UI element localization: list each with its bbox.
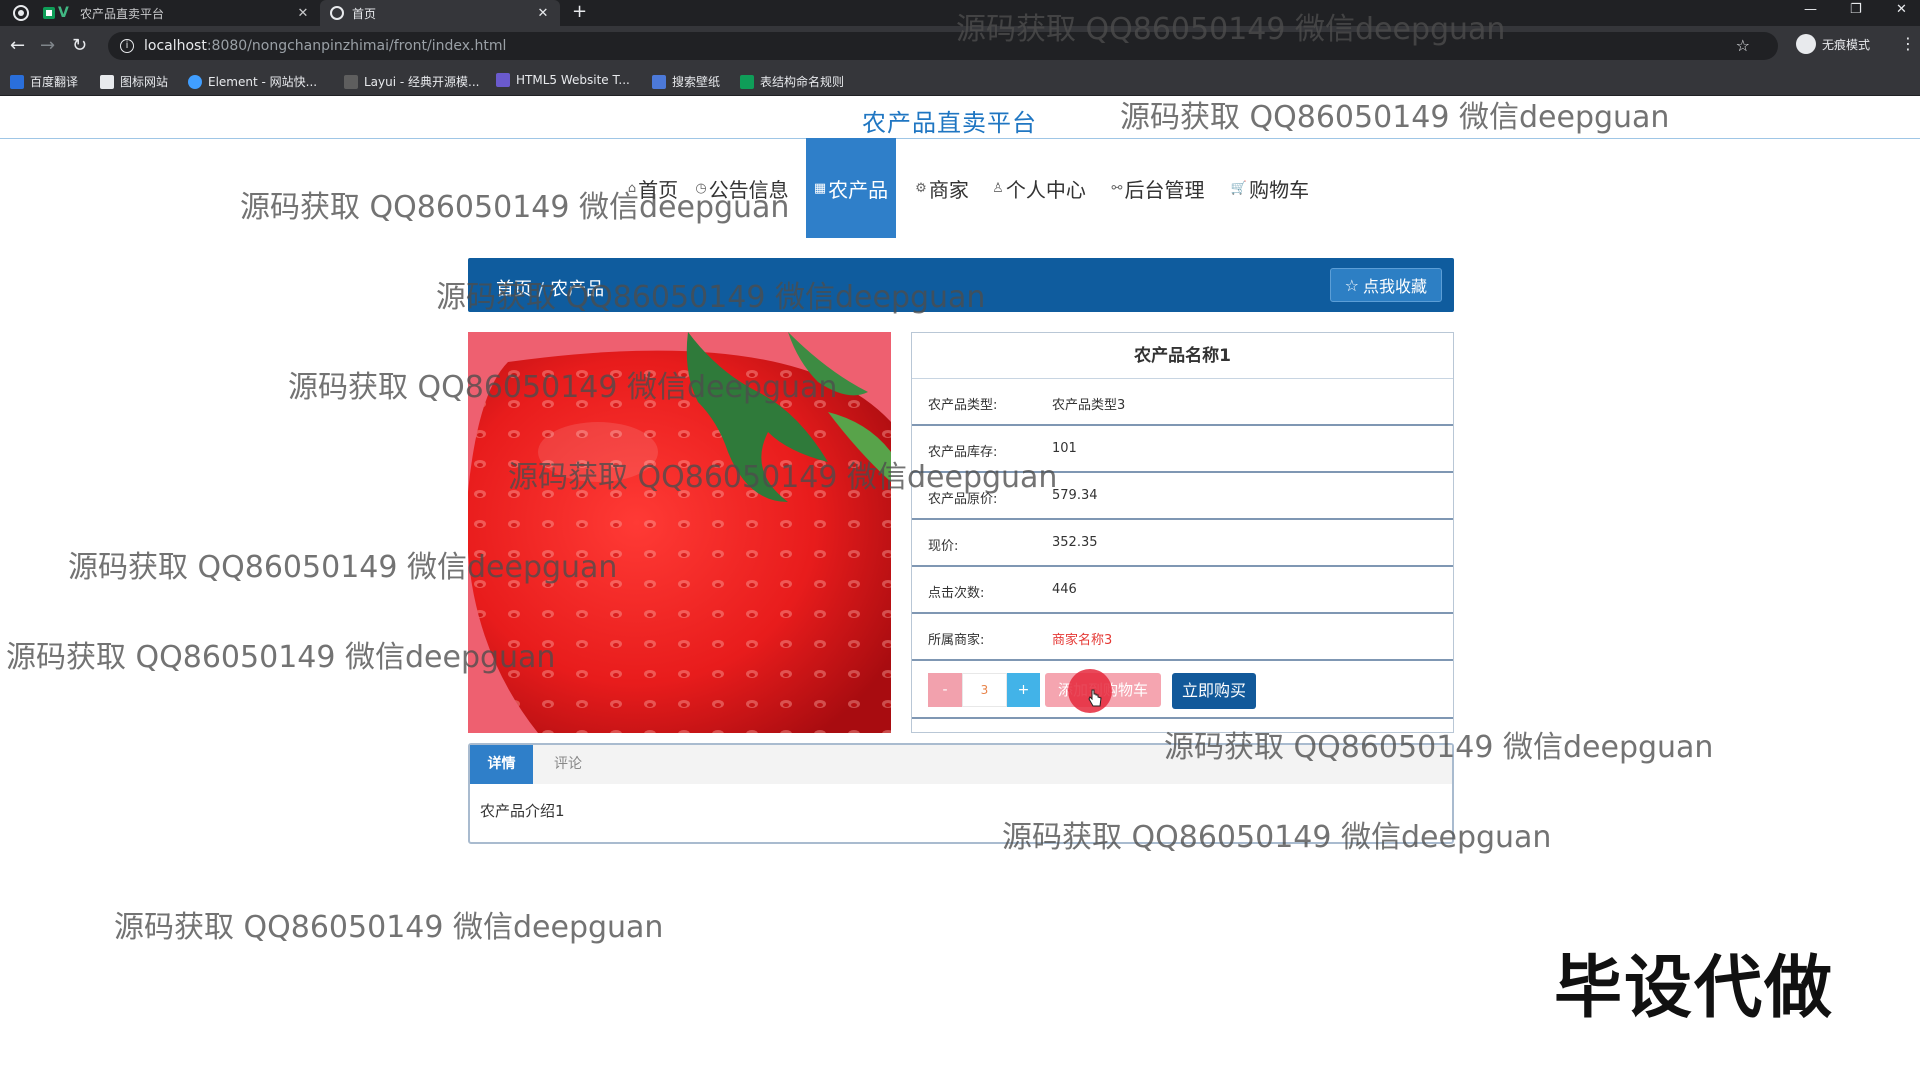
watermark-text: 源码获取 QQ86050149 微信deepguan [68, 550, 618, 585]
hand-cursor-icon [1088, 689, 1102, 707]
close-icon[interactable]: ✕ [536, 6, 550, 21]
favorite-button[interactable]: ☆ 点我收藏 [1329, 268, 1442, 302]
vue-icon: V [58, 5, 69, 21]
info-row-clicks: 点击次数: 446 [912, 567, 1453, 614]
window-close-icon[interactable]: ✕ [1896, 2, 1907, 17]
nav-item-cart[interactable]: 🛒 购物车 [1230, 138, 1310, 238]
purchase-actions: - 3 + 添加到购物车 立即购买 [912, 663, 1453, 719]
gear-icon: ⚙ [915, 180, 927, 196]
incognito-icon [1796, 34, 1816, 54]
user-icon: ♙ [992, 180, 1004, 196]
info-row-price: 现价: 352.35 [912, 520, 1453, 567]
nav-item-admin[interactable]: ⚯ 后台管理 [1108, 138, 1208, 238]
product-info-panel: 农产品名称1 农产品类型: 农产品类型3 农产品库存: 101 农产品原价: 579.… [911, 332, 1454, 733]
bookmark-item[interactable]: HTML5 Website T... [496, 73, 630, 87]
nav-item-profile[interactable]: ♙ 个人中心 [990, 138, 1088, 238]
bookmark-item[interactable]: 百度翻译 [10, 73, 78, 90]
close-icon[interactable]: ✕ [296, 6, 310, 21]
bookmark-item[interactable]: 搜索壁纸 [652, 73, 720, 90]
browser-tab-title: 农产品直卖平台 [80, 6, 165, 21]
nav-item-merchants[interactable]: ⚙ 商家 [912, 138, 972, 238]
watermark-text: 源码获取 QQ86050149 微信deepguan [436, 280, 986, 315]
globe-icon [330, 6, 344, 20]
html5-icon [496, 73, 510, 87]
url-host: localhost [144, 38, 207, 54]
layui-icon [344, 74, 358, 89]
back-icon[interactable]: ← [10, 36, 25, 56]
site-title: 农产品直卖平台 [862, 109, 1037, 137]
watermark-text: 源码获取 QQ86050149 微信deepguan [288, 370, 838, 405]
watermark-text: 源码获取 QQ86050149 微信deepguan [114, 910, 664, 945]
sheet-icon [740, 74, 754, 89]
buy-now-button[interactable]: 立即购买 [1172, 673, 1256, 709]
overlay-badge: 毕设代做 [1554, 949, 1835, 1028]
watermark-text: 源码获取 QQ86050149 微信deepguan [240, 190, 790, 225]
watermark-text: 源码获取 QQ86050149 微信deepguan [1002, 820, 1552, 855]
watermark-text: 源码获取 QQ86050149 微信deepguan [1164, 730, 1714, 765]
incognito-label: 无痕模式 [1822, 37, 1871, 52]
restore-icon[interactable]: ❐ [1850, 2, 1862, 17]
quantity-input[interactable]: 3 [962, 673, 1007, 707]
incognito-indicator[interactable]: 无痕模式 [1796, 34, 1870, 54]
watermark-text: 源码获取 QQ86050149 微信deepguan [6, 640, 556, 675]
browser-tab-platform[interactable]: V 农产品直卖平台 ✕ [48, 0, 320, 26]
merchant-link[interactable]: 商家名称3 [1052, 629, 1112, 648]
grid-icon: ▦ [813, 180, 827, 196]
bookmark-star-icon[interactable]: ☆ [1736, 36, 1750, 55]
nav-item-products[interactable]: ▦ 农产品 [806, 138, 896, 238]
reload-icon[interactable]: ↻ [72, 36, 87, 56]
watermark-text: 源码获取 QQ86050149 微信deepguan [1120, 100, 1670, 135]
url-path: :8080/nongchanpinzhimai/front/index.html [206, 38, 507, 54]
translate-icon [10, 74, 24, 89]
wallpaper-icon [652, 74, 666, 89]
bookmark-item[interactable]: 表结构命名规则 [740, 73, 844, 90]
flag-icon [100, 74, 114, 89]
minimize-icon[interactable]: — [1804, 2, 1817, 17]
chrome-menu-icon[interactable] [12, 4, 30, 22]
new-tab-icon[interactable]: + [572, 1, 587, 22]
star-icon: ☆ [1344, 275, 1359, 295]
info-row-type: 农产品类型: 农产品类型3 [912, 379, 1453, 426]
bookmark-item[interactable]: 图标网站 [100, 73, 168, 90]
product-description: 农产品介绍1 [480, 802, 565, 820]
cart-icon: 🛒 [1230, 180, 1248, 196]
watermark-text: 源码获取 QQ86050149 微信deepguan [508, 460, 1058, 495]
more-menu-icon[interactable]: ⋮ [1900, 34, 1916, 53]
info-icon[interactable]: i [120, 39, 134, 53]
url-field[interactable]: i localhost:8080/nongchanpinzhimai/front… [108, 32, 1778, 60]
browser-tab-title: 首页 [352, 6, 377, 21]
bookmark-item[interactable]: Layui - 经典开源模... [344, 73, 479, 90]
link-icon: ⚯ [1111, 180, 1123, 196]
element-icon [188, 74, 202, 89]
tab-comment[interactable]: 评论 [533, 745, 603, 784]
product-name: 农产品名称1 [912, 333, 1453, 379]
info-row-merchant: 所属商家: 商家名称3 [912, 614, 1453, 661]
watermark-text: 源码获取 QQ86050149 微信deepguan [956, 12, 1506, 47]
quantity-decrease-button[interactable]: - [928, 673, 962, 707]
browser-tab-home[interactable]: 首页 ✕ [320, 0, 560, 26]
forward-icon[interactable]: → [40, 36, 55, 56]
quantity-increase-button[interactable]: + [1007, 673, 1040, 707]
tab-detail[interactable]: 详情 [470, 745, 533, 784]
bookmark-item[interactable]: Element - 网站快... [188, 73, 317, 90]
